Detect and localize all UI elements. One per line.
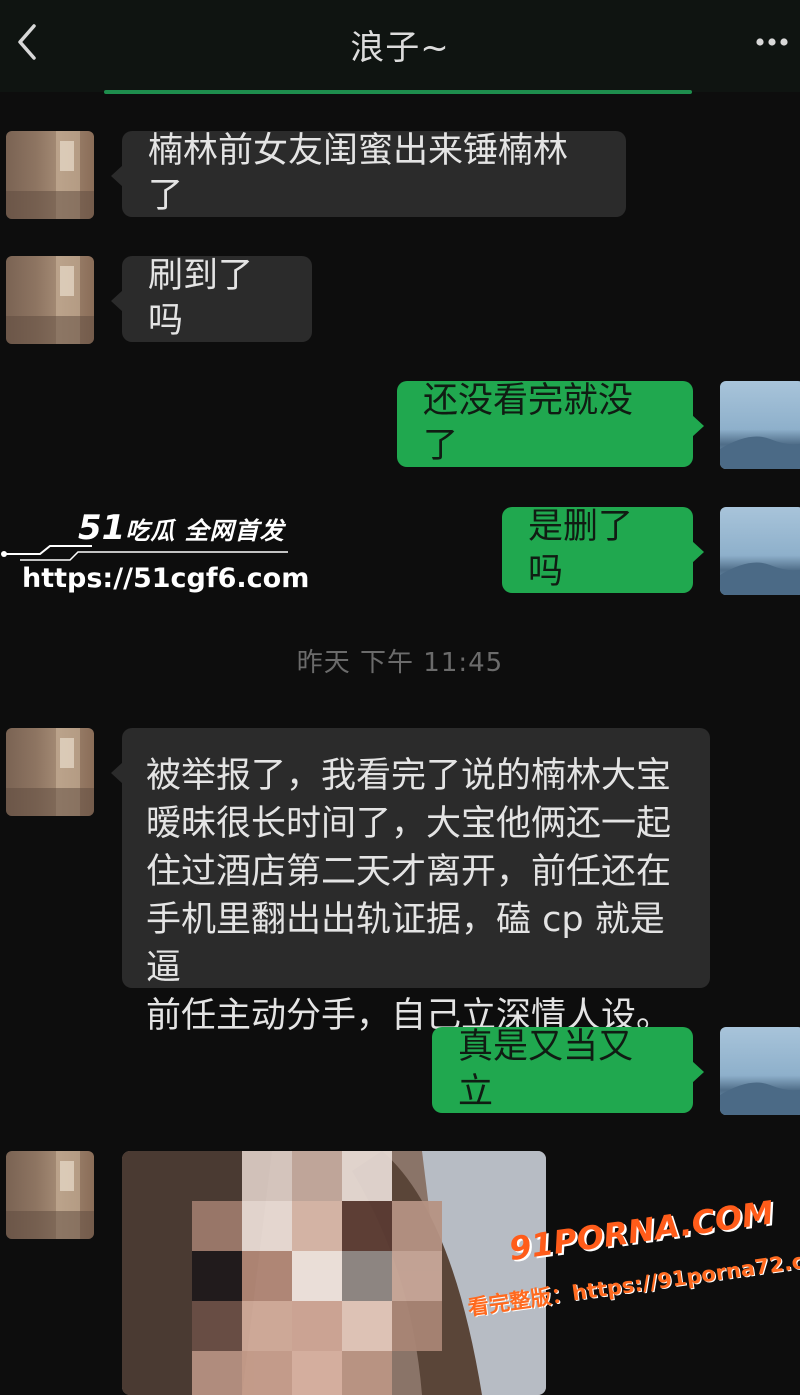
contact-avatar[interactable] [6, 131, 94, 219]
my-avatar[interactable] [720, 1027, 800, 1115]
message-bubble-incoming[interactable]: 刷到了吗 [111, 256, 312, 342]
contact-avatar[interactable] [6, 728, 94, 816]
message-line: 被举报了，我看完了说的楠林大宝 [146, 756, 672, 796]
message-bubble-outgoing[interactable]: 真是又当又立 [432, 1027, 704, 1113]
watermark-brand: 51吃瓜 全网首发 [78, 508, 285, 548]
message-text: 刷到了吗 [148, 256, 254, 341]
chat-header: 浪子~ [0, 0, 800, 94]
message-bubble-outgoing[interactable]: 是删了吗 [502, 507, 704, 593]
message-text: 是删了吗 [528, 507, 634, 592]
message-bubble-incoming[interactable]: 楠林前女友闺蜜出来锤楠林了 [111, 131, 626, 217]
chat-timestamp: 昨天 下午 11:45 [296, 648, 504, 678]
message-line: 暧昧很长时间了，大宝他俩还一起 [146, 804, 672, 844]
contact-avatar[interactable] [6, 1151, 94, 1239]
watermark-url: https://51cgf6.com [22, 563, 310, 594]
chat-title: 浪子~ [350, 28, 450, 68]
more-dots-icon[interactable] [750, 22, 794, 62]
watermark-91porna: 91PORNA.COM 看完整版：https://91porna72.com [466, 1193, 800, 1395]
message-text: 还没看完就没了 [423, 381, 634, 466]
message-text: 楠林前女友闺蜜出来锤楠林了 [148, 131, 569, 216]
watermark-51cg: 51吃瓜 全网首发 https://51cgf6.com [0, 508, 309, 608]
contact-avatar[interactable] [6, 256, 94, 344]
header-divider [104, 90, 692, 94]
message-bubble-outgoing[interactable]: 还没看完就没了 [397, 381, 704, 467]
message-bubble-incoming[interactable]: 被举报了，我看完了说的楠林大宝 暧昧很长时间了，大宝他俩还一起 住过酒店第二天才… [111, 728, 710, 1036]
message-line: 手机里翻出出轨证据，磕 cp 就是逼 [146, 900, 665, 988]
my-avatar[interactable] [720, 507, 800, 595]
message-text-block: 被举报了，我看完了说的楠林大宝 暧昧很长时间了，大宝他俩还一起 住过酒店第二天才… [146, 752, 696, 1040]
message-text: 真是又当又立 [458, 1027, 634, 1112]
message-line: 住过酒店第二天才离开，前任还在 [146, 852, 672, 892]
my-avatar[interactable] [720, 381, 800, 469]
